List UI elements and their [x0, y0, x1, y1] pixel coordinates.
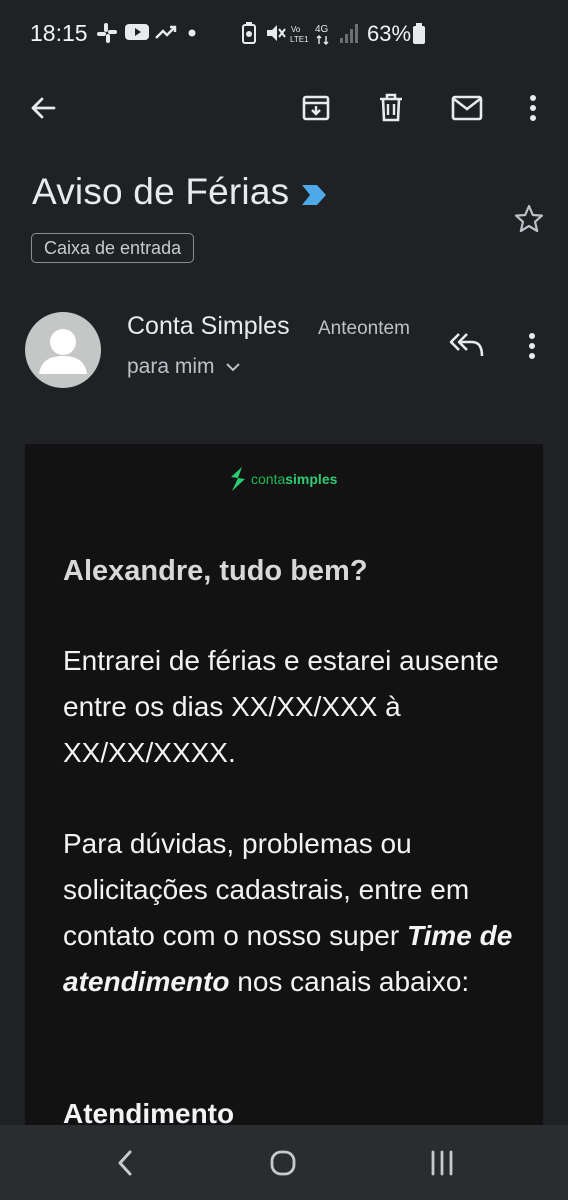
recipient-label: para mim: [127, 355, 215, 378]
person-icon: [39, 329, 87, 374]
body-paragraph-2: Para dúvidas, problemas ou solicitações …: [63, 821, 523, 1005]
nav-home-button[interactable]: [269, 1149, 297, 1177]
greeting: Alexandre, tudo bem?: [63, 555, 368, 587]
status-time: 18:15: [30, 20, 88, 46]
status-bar: 18:15 Vo LTE1 4G 63%: [0, 0, 568, 70]
more-vert-icon: [530, 95, 536, 121]
archive-button[interactable]: [294, 86, 338, 130]
battery-saver-icon: [240, 22, 258, 44]
system-nav-bar: [0, 1125, 568, 1200]
svg-text:LTE1: LTE1: [290, 35, 309, 44]
avatar[interactable]: [25, 312, 101, 388]
trash-icon: [380, 93, 402, 122]
nav-back-button[interactable]: [115, 1149, 135, 1177]
nav-back-icon: [118, 1150, 132, 1176]
4g-icon: 4G: [314, 22, 332, 46]
reply-all-button[interactable]: [448, 330, 486, 358]
recents-icon: [431, 1150, 453, 1176]
para2-end: nos canais abaixo:: [229, 966, 470, 997]
mail-icon: [451, 95, 483, 121]
reply-all-icon: [449, 333, 484, 357]
star-icon: [514, 204, 544, 233]
volte-icon: Vo LTE1: [290, 23, 312, 45]
arrow-back-icon: [31, 97, 56, 119]
nav-recents-button[interactable]: [428, 1149, 456, 1177]
email-subject: Aviso de Férias: [32, 171, 289, 213]
youtube-icon: [125, 22, 149, 42]
archive-icon: [302, 95, 330, 121]
importance-marker-icon[interactable]: [300, 183, 328, 207]
dot-icon: [188, 29, 196, 37]
mark-unread-button[interactable]: [445, 86, 489, 130]
back-button[interactable]: [21, 86, 65, 130]
more-options-button[interactable]: [511, 86, 555, 130]
email-date: Anteontem: [318, 318, 410, 339]
more-vert-icon: [529, 333, 535, 359]
battery-percent: 63%: [367, 21, 412, 46]
subject-text: Aviso de Férias: [32, 171, 290, 212]
conta-simples-logo: contasimples: [228, 466, 337, 492]
battery-icon: [412, 23, 426, 45]
trending-icon: [155, 22, 177, 42]
recipient-toggle[interactable]: para mim: [127, 355, 241, 379]
delete-button[interactable]: [369, 86, 413, 130]
star-button[interactable]: [513, 203, 545, 235]
svg-text:4G: 4G: [315, 24, 329, 35]
sender-name: Conta Simples: [127, 312, 290, 340]
brand-text-light: conta: [251, 471, 286, 487]
brand-text-bold: simples: [285, 471, 338, 487]
chevron-down-icon: [225, 363, 240, 372]
svg-text:Vo: Vo: [291, 25, 301, 34]
slack-icon: [96, 22, 118, 44]
body-paragraph-1: Entrarei de férias e estarei ausente ent…: [63, 645, 499, 768]
mute-icon: [265, 22, 287, 44]
inbox-label-chip[interactable]: Caixa de entrada: [31, 233, 195, 263]
home-icon: [270, 1150, 296, 1176]
logo-icon: [231, 467, 245, 491]
message-more-button[interactable]: [528, 332, 536, 360]
signal-icon: [338, 22, 360, 44]
